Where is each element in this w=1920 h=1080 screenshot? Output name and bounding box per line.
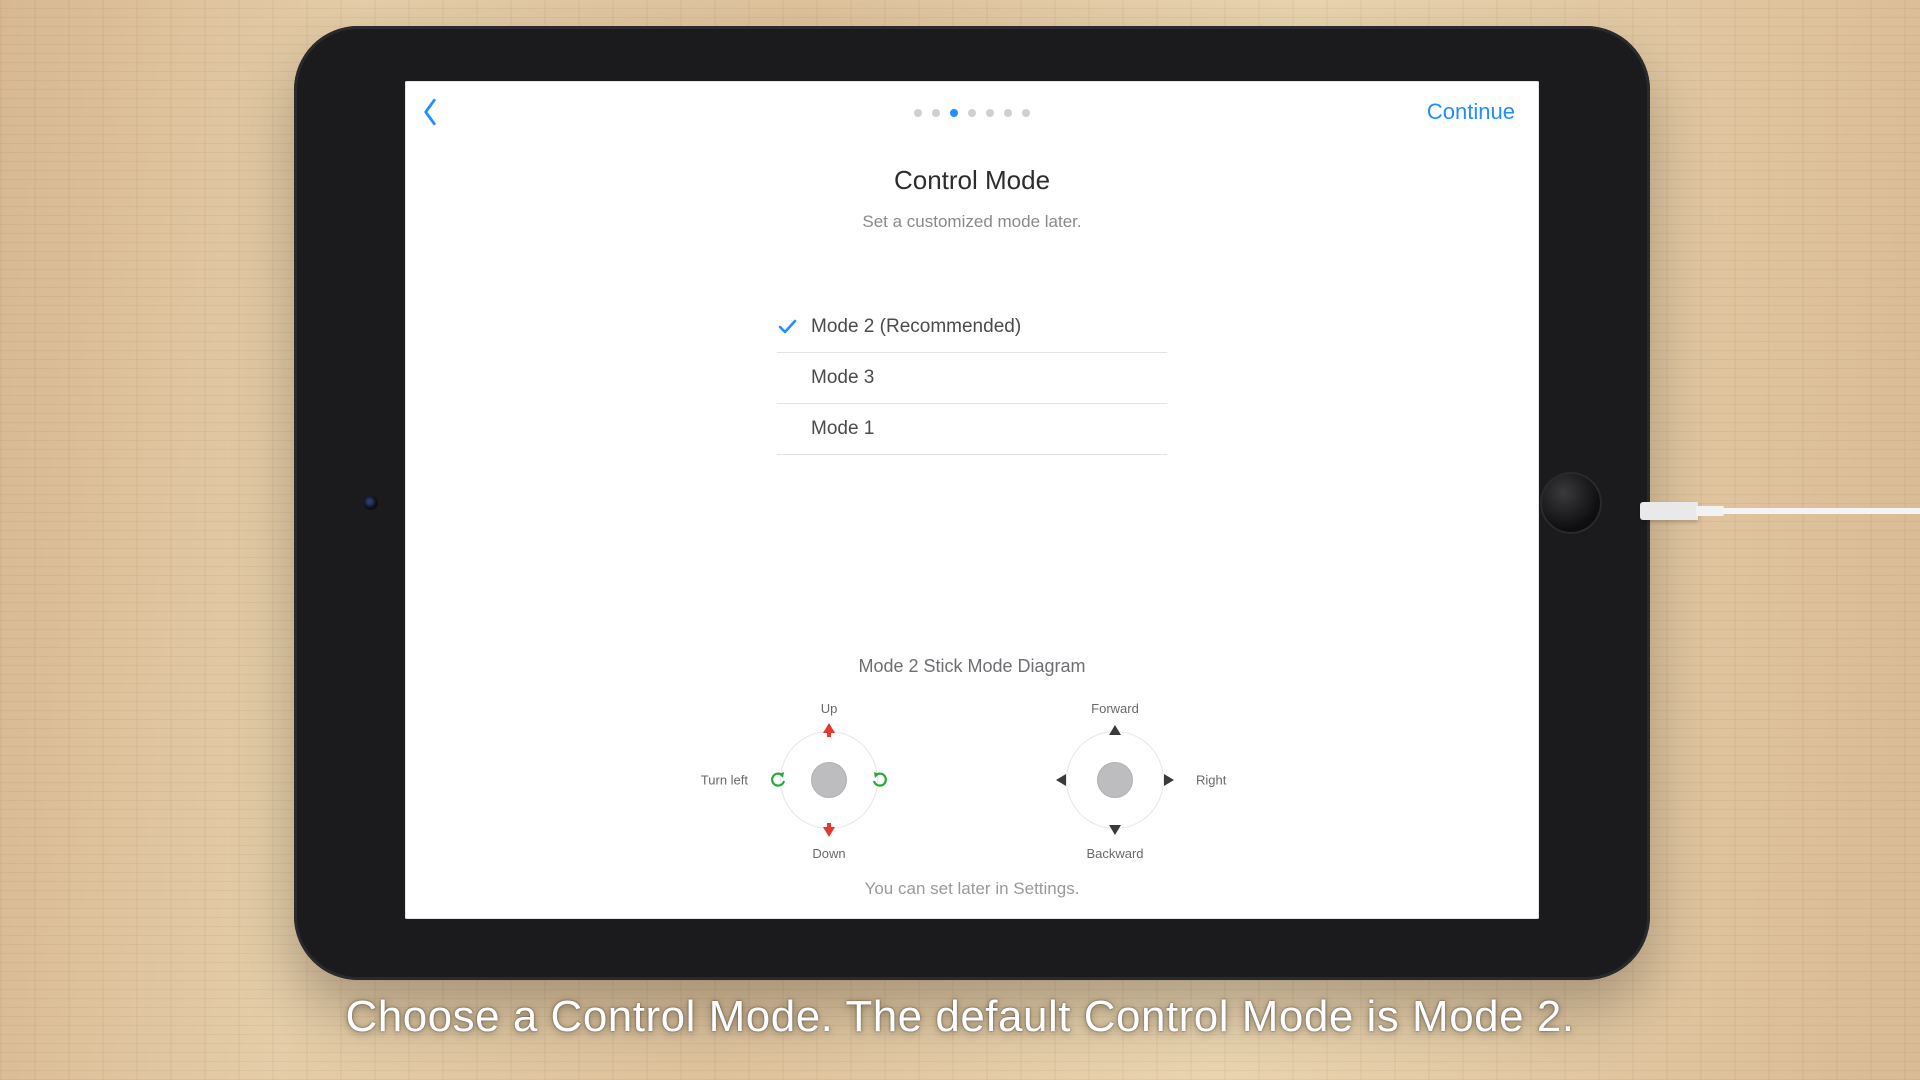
rotate-right-icon	[872, 772, 888, 788]
mode-option-label: Mode 1	[811, 418, 874, 439]
right-stick: Forward Backward Right	[990, 705, 1240, 855]
continue-button[interactable]: Continue	[1427, 99, 1515, 125]
front-camera	[364, 496, 378, 510]
page-dot	[932, 109, 940, 117]
page-dot	[1022, 109, 1030, 117]
stick-knob-icon	[1097, 762, 1133, 798]
left-stick: Up Down Turn left	[704, 705, 954, 855]
triangle-down-icon	[1109, 825, 1121, 835]
page-dot	[914, 109, 922, 117]
stick-knob-icon	[811, 762, 847, 798]
mode-option-label: Mode 2 (Recommended)	[811, 316, 1021, 337]
mode-option-mode1[interactable]: Mode 1	[777, 404, 1167, 455]
page-dot	[968, 109, 976, 117]
diagram-footer: You can set later in Settings.	[405, 879, 1539, 899]
right-stick-down-label: Backward	[1086, 846, 1143, 861]
rotate-left-icon	[770, 772, 786, 788]
page-dot	[986, 109, 994, 117]
video-caption: Choose a Control Mode. The default Contr…	[345, 992, 1574, 1042]
diagram-title: Mode 2 Stick Mode Diagram	[405, 656, 1539, 677]
triangle-left-icon	[1056, 774, 1066, 786]
right-stick-up-label: Forward	[1091, 701, 1139, 716]
mode-list: Mode 2 (Recommended) Mode 3 Mode 1	[777, 302, 1167, 455]
nav-bar: Continue	[405, 81, 1539, 143]
chevron-left-icon	[419, 97, 449, 127]
home-button[interactable]	[1540, 472, 1602, 534]
arrow-up-icon	[822, 723, 836, 737]
arrow-down-icon	[822, 823, 836, 837]
stick-diagram: Mode 2 Stick Mode Diagram Up Down Turn l…	[405, 656, 1539, 899]
left-stick-down-label: Down	[812, 846, 845, 861]
charging-cable	[1640, 496, 1920, 526]
left-stick-left-label: Turn left	[701, 773, 748, 788]
right-stick-right-label: Right	[1196, 773, 1226, 788]
mode-option-mode3[interactable]: Mode 3	[777, 353, 1167, 404]
tablet-device: Continue Control Mode Set a customized m…	[294, 26, 1650, 980]
back-button[interactable]	[419, 97, 449, 127]
page-title: Control Mode	[405, 165, 1539, 196]
page-dot	[1004, 109, 1012, 117]
left-stick-up-label: Up	[821, 701, 838, 716]
page-dot-active	[950, 109, 958, 117]
page-indicator	[914, 109, 1030, 117]
mode-option-label: Mode 3	[811, 367, 874, 388]
triangle-up-icon	[1109, 725, 1121, 735]
app-screen: Continue Control Mode Set a customized m…	[405, 81, 1539, 919]
page-subtitle: Set a customized mode later.	[405, 212, 1539, 232]
mode-option-mode2[interactable]: Mode 2 (Recommended)	[777, 302, 1167, 353]
content-area: Control Mode Set a customized mode later…	[405, 143, 1539, 455]
triangle-right-icon	[1164, 774, 1174, 786]
checkmark-icon	[777, 316, 797, 342]
